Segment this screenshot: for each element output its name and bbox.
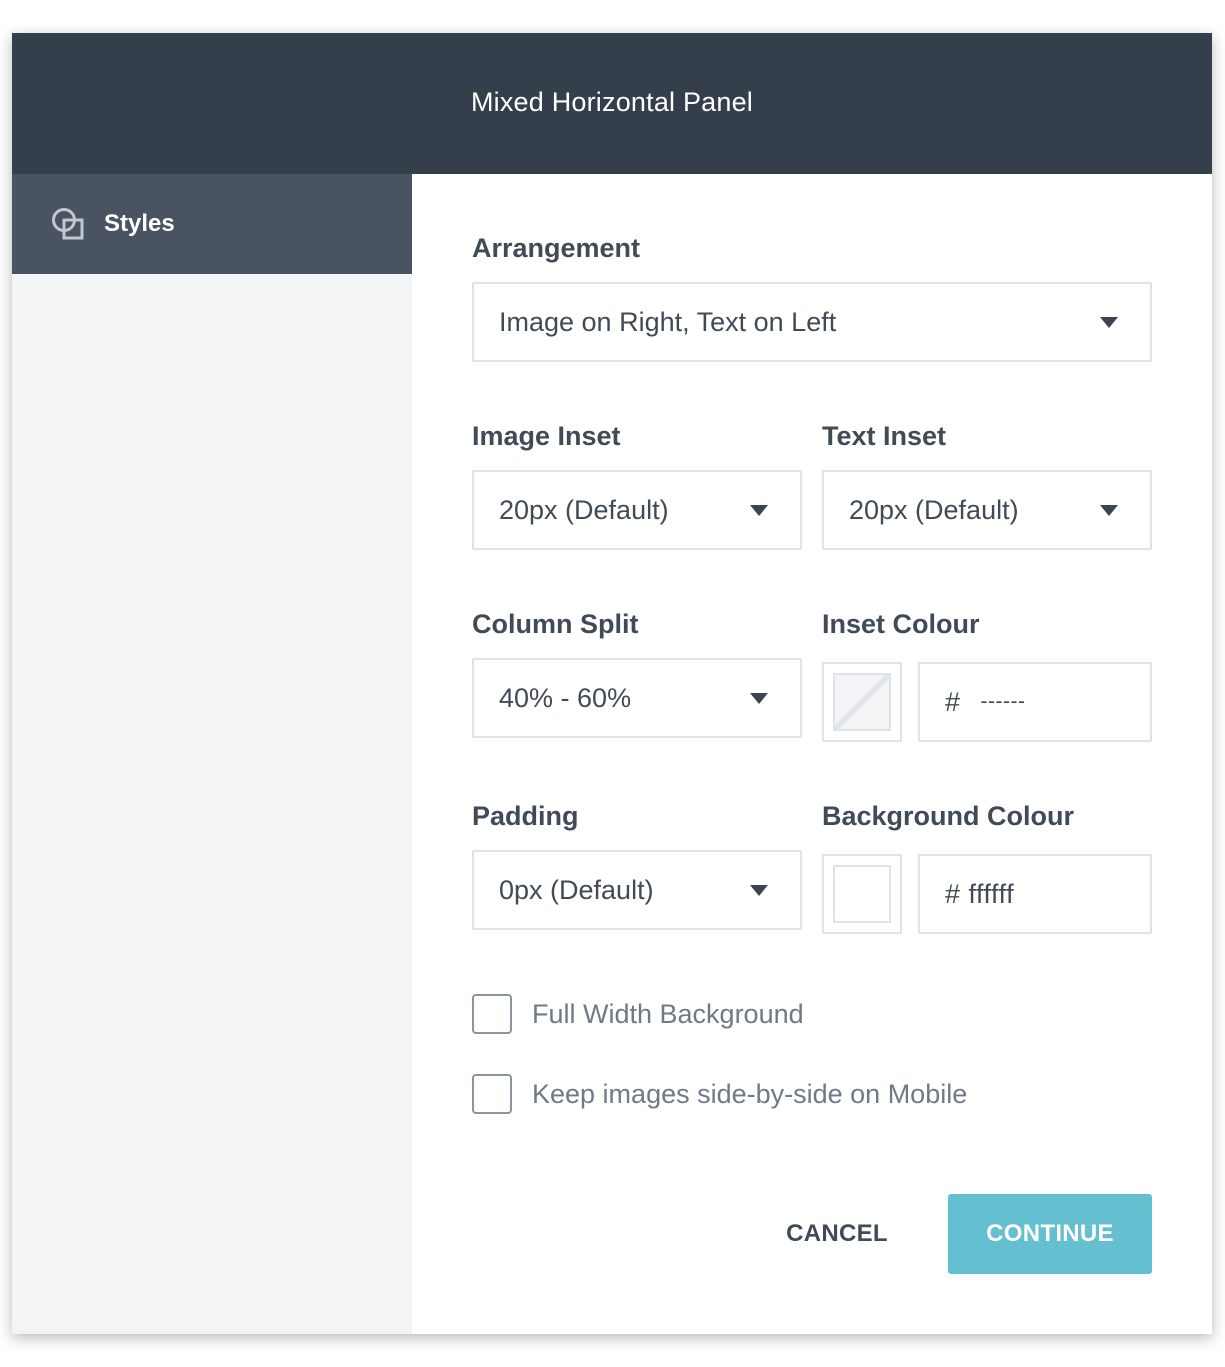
image-inset-value: 20px (Default): [499, 495, 669, 525]
padding-label: Padding: [472, 801, 579, 831]
chevron-down-icon: [750, 693, 768, 704]
background-colour-value: # ffffff: [945, 879, 1015, 909]
dialog-title: Mixed Horizontal Panel: [470, 87, 754, 117]
chevron-down-icon: [750, 885, 768, 896]
dialog-header: Mixed Horizontal Panel: [12, 33, 1212, 174]
continue-button[interactable]: CONTINUE: [948, 1194, 1152, 1274]
sidebar-item-label: Styles: [104, 210, 175, 237]
inset-colour-swatch[interactable]: [822, 662, 902, 742]
dialog: Mixed Horizontal Panel Styles Arrangemen…: [12, 33, 1212, 1334]
background-colour-label: Background Colour: [822, 801, 1075, 831]
inset-colour-label: Inset Colour: [822, 609, 980, 639]
form-content: Arrangement Image on Right, Text on Left…: [412, 174, 1212, 1334]
no-colour-icon: [833, 673, 891, 731]
image-inset-select[interactable]: 20px (Default): [472, 470, 802, 550]
sidebar: Styles: [12, 174, 412, 1334]
image-inset-label: Image Inset: [472, 421, 621, 451]
inset-colour-input[interactable]: # ------: [918, 662, 1152, 742]
arrangement-value: Image on Right, Text on Left: [499, 307, 837, 337]
styles-icon: [51, 207, 85, 241]
padding-value: 0px (Default): [499, 875, 654, 905]
hash-symbol: #: [945, 687, 961, 717]
arrangement-label: Arrangement: [472, 233, 641, 263]
text-inset-select[interactable]: 20px (Default): [822, 470, 1152, 550]
column-split-label: Column Split: [472, 609, 639, 639]
background-colour-input[interactable]: # ffffff: [918, 854, 1152, 934]
colour-preview: [833, 865, 891, 923]
inset-colour-text: # ------: [945, 687, 1026, 718]
full-width-background-label[interactable]: Full Width Background: [532, 999, 804, 1030]
background-colour-swatch[interactable]: [822, 854, 902, 934]
keep-images-side-by-side-checkbox[interactable]: [472, 1074, 512, 1114]
text-inset-label: Text Inset: [822, 421, 947, 451]
keep-images-side-by-side-label[interactable]: Keep images side-by-side on Mobile: [532, 1079, 967, 1110]
full-width-background-checkbox[interactable]: [472, 994, 512, 1034]
inset-colour-value: ------: [980, 690, 1026, 713]
cancel-button[interactable]: CANCEL: [777, 1194, 897, 1274]
chevron-down-icon: [1100, 317, 1118, 328]
arrangement-select[interactable]: Image on Right, Text on Left: [472, 282, 1152, 362]
sidebar-item-styles[interactable]: Styles: [12, 174, 412, 274]
chevron-down-icon: [1100, 505, 1118, 516]
text-inset-value: 20px (Default): [849, 495, 1019, 525]
column-split-select[interactable]: 40% - 60%: [472, 658, 802, 738]
padding-select[interactable]: 0px (Default): [472, 850, 802, 930]
chevron-down-icon: [750, 505, 768, 516]
column-split-value: 40% - 60%: [499, 683, 632, 713]
